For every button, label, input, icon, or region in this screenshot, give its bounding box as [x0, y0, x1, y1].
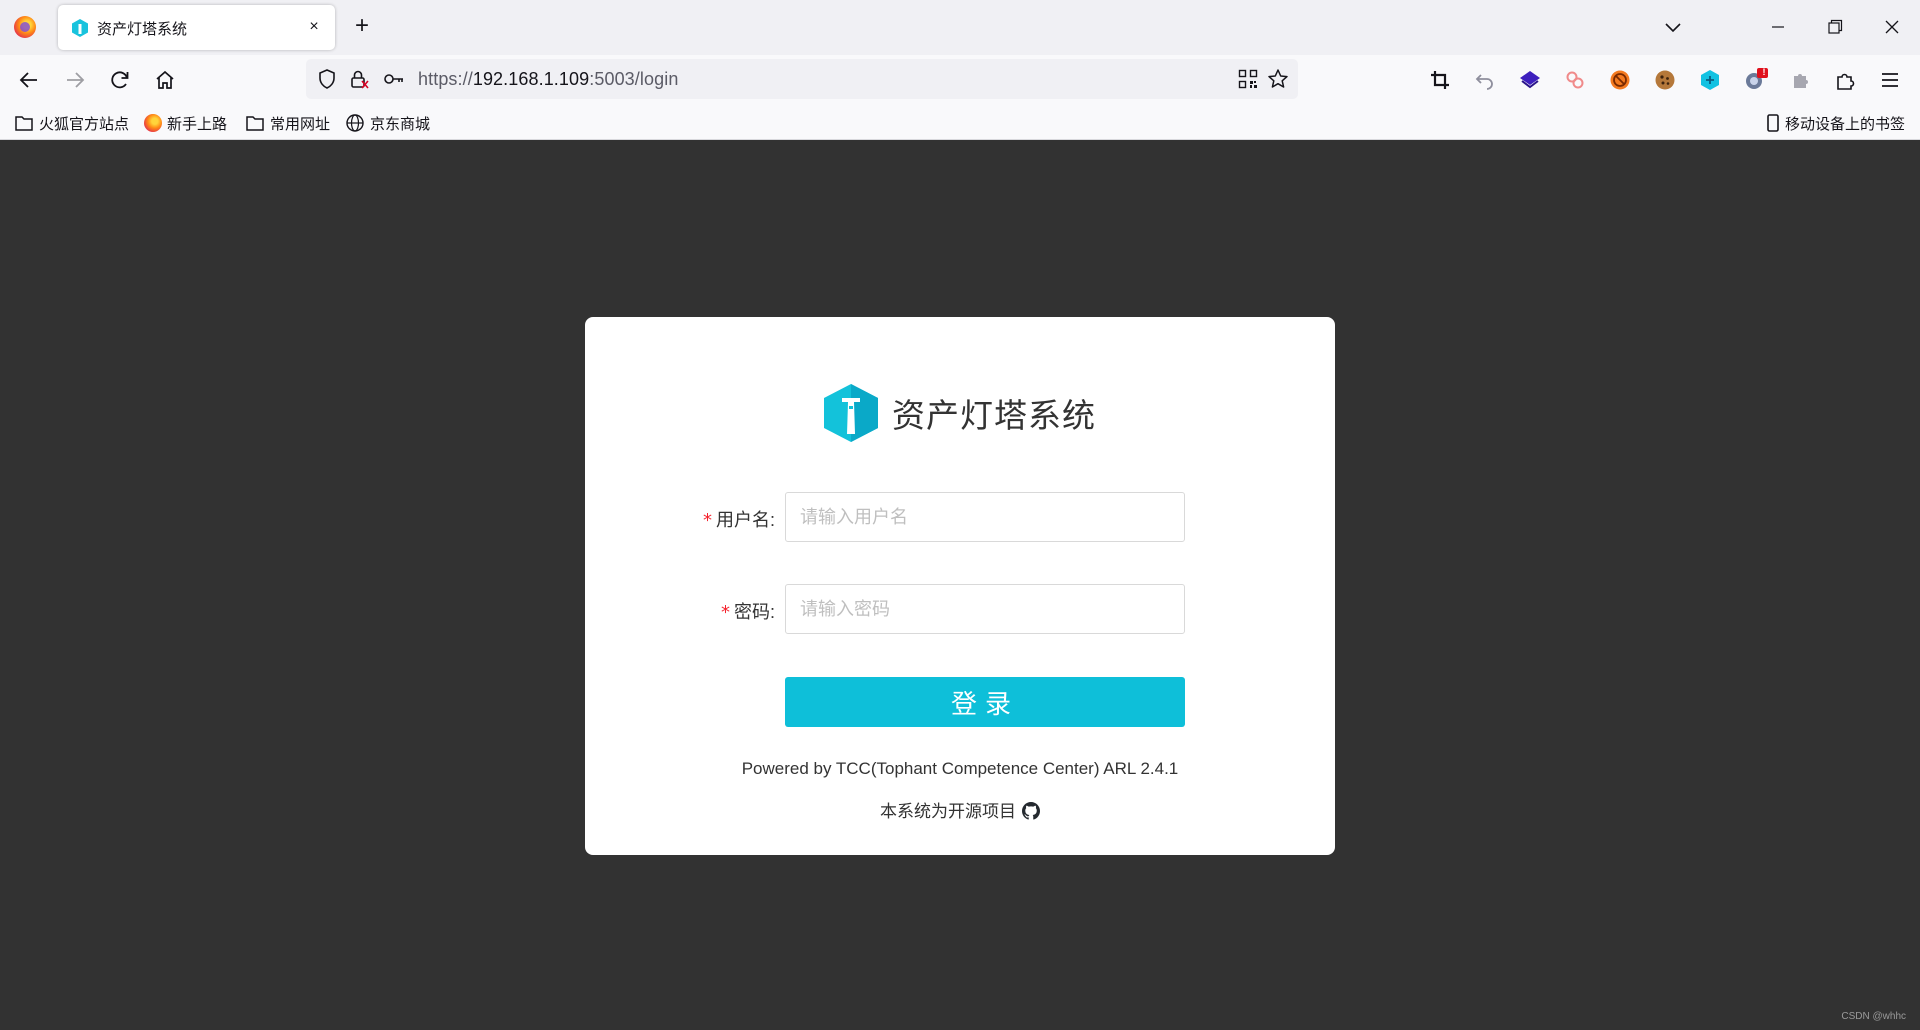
link-extension-icon[interactable] [1562, 67, 1588, 93]
extension-badge: ! [1762, 67, 1766, 77]
back-arrow-icon[interactable] [14, 65, 44, 95]
firefox-logo-icon [144, 114, 162, 132]
bookmark-mobile[interactable]: 移动设备上的书签 [1766, 112, 1905, 134]
folder-icon [15, 116, 33, 131]
watermark: CSDN @whhc [1841, 1011, 1906, 1022]
qr-code-icon[interactable] [1238, 69, 1258, 89]
required-mark: * [720, 602, 730, 623]
url-scheme: https:// [418, 69, 473, 89]
globe-icon [346, 114, 364, 132]
key-icon[interactable] [382, 68, 406, 90]
label-colon: : [769, 602, 775, 622]
blocked-extension-icon[interactable] [1607, 67, 1633, 93]
bookmark-label: 火狐官方站点 [39, 115, 130, 133]
brand: 资产灯塔系统 [821, 381, 1096, 445]
url-port-path: :5003/login [589, 69, 679, 89]
open-source-text: 本系统为开源项目 [880, 802, 1016, 821]
bookmark-getting-started[interactable]: 新手上路 [144, 112, 227, 134]
username-row: * 用户名: [585, 492, 1335, 542]
url-bar[interactable]: https://192.168.1.109:5003/login [306, 59, 1298, 99]
new-tab-button[interactable]: + [348, 12, 376, 40]
password-label: * 密码: [721, 598, 775, 624]
tab-list-chevron-icon[interactable] [1660, 14, 1686, 40]
tracking-shield-icon[interactable] [316, 68, 338, 90]
label-colon: : [769, 510, 775, 530]
username-label-text: 用户名 [715, 510, 770, 530]
restore-icon[interactable] [1820, 12, 1850, 42]
bookmark-label: 移动设备上的书签 [1785, 115, 1906, 133]
url-host: 192.168.1.109 [472, 69, 590, 89]
bookmark-folder-firefox[interactable]: 火狐官方站点 [14, 112, 129, 134]
puzzle-extension-icon[interactable] [1787, 67, 1813, 93]
folder-icon [246, 116, 264, 131]
undo-icon[interactable] [1472, 67, 1498, 93]
url-text[interactable]: https://192.168.1.109:5003/login [418, 69, 678, 90]
globe-extension-icon[interactable]: ! [1742, 67, 1768, 93]
bookmark-label: 常用网址 [270, 115, 331, 133]
home-icon[interactable] [150, 65, 180, 95]
minimize-icon[interactable] [1763, 12, 1793, 42]
reload-icon[interactable] [105, 65, 135, 95]
password-label-text: 密码 [733, 602, 770, 622]
lighthouse-favicon-icon [72, 19, 88, 37]
tab-title: 资产灯塔系统 [97, 21, 188, 38]
crop-icon[interactable] [1427, 67, 1453, 93]
tab-strip: 资产灯塔系统 × + [0, 0, 1920, 55]
mobile-icon [1767, 114, 1779, 132]
login-button[interactable]: 登录 [785, 677, 1185, 727]
github-icon[interactable] [1022, 802, 1040, 820]
forward-arrow-icon[interactable] [60, 65, 90, 95]
cube-extension-icon[interactable] [1697, 67, 1723, 93]
lighthouse-logo-icon [824, 384, 878, 442]
username-input[interactable] [785, 492, 1185, 542]
extensions-icon[interactable] [1832, 67, 1858, 93]
navigation-toolbar: https://192.168.1.109:5003/login ! [0, 55, 1920, 105]
open-source-line: 本系统为开源项目 [585, 797, 1335, 822]
cookie-extension-icon[interactable] [1652, 67, 1678, 93]
firefox-logo-icon[interactable] [14, 16, 36, 38]
lock-icon[interactable] [348, 68, 370, 90]
login-card: 资产灯塔系统 *用户名: *密码: 登录 Powered by TCC(Toph… [585, 317, 1335, 855]
hamburger-menu-icon[interactable] [1877, 67, 1903, 93]
username-label: * 用户名: [703, 506, 775, 532]
active-tab[interactable]: 资产灯塔系统 × [58, 5, 335, 50]
required-mark: * [702, 510, 712, 531]
app-title: 资产灯塔系统 [892, 397, 1096, 434]
bookmarks-toolbar: 火狐官方站点 新手上路 常用网址 京东商城 移动设备上的书签 [0, 105, 1920, 140]
tab-close-icon[interactable]: × [301, 14, 327, 40]
password-input[interactable] [785, 584, 1185, 634]
layers-extension-icon[interactable] [1517, 67, 1543, 93]
bookmark-folder-common[interactable]: 常用网址 [245, 112, 330, 134]
bookmark-jd[interactable]: 京东商城 [345, 112, 430, 134]
star-icon[interactable] [1266, 67, 1290, 91]
bookmark-label: 新手上路 [167, 115, 228, 133]
close-window-icon[interactable] [1877, 12, 1907, 42]
password-row: * 密码: [585, 584, 1335, 634]
bookmark-label: 京东商城 [370, 115, 431, 133]
powered-by-text: Powered by TCC(Tophant Competence Center… [741, 759, 1179, 778]
